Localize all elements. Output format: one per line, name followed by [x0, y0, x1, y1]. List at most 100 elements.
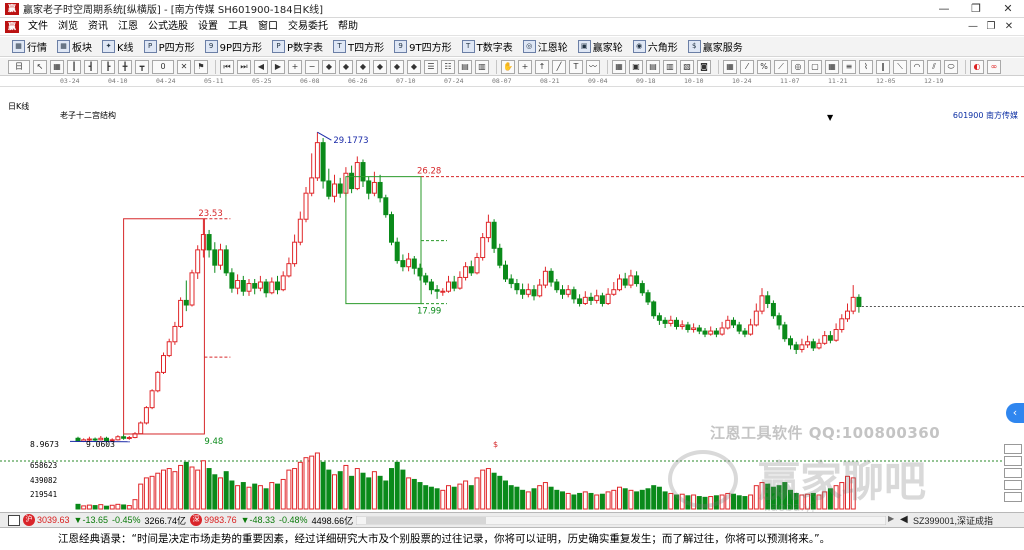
9t-square-button[interactable]: 9 9T四方形 — [392, 38, 453, 56]
export-icon[interactable]: ▧ — [680, 59, 694, 74]
candle-body — [668, 319, 674, 324]
p-table-button[interactable]: P P数字表 — [270, 38, 325, 56]
bars-alt-icon[interactable]: ┣ — [101, 59, 115, 74]
menu-browse[interactable]: 浏览 — [53, 18, 83, 36]
last-icon[interactable]: ⏭ — [237, 59, 251, 74]
mdi-minimize-button[interactable]: — — [964, 18, 982, 36]
menu-trade[interactable]: 交易委托 — [283, 18, 333, 36]
camera-icon[interactable]: ◙ — [697, 59, 711, 74]
flag-icon[interactable]: ⚑ — [194, 59, 208, 74]
count-selector-dropdown[interactable]: 0 — [152, 59, 174, 74]
candle-icon[interactable]: ┃ — [67, 59, 81, 74]
sectors-button[interactable]: ▦ 板块 — [55, 38, 94, 56]
bars-icon[interactable]: ┫ — [84, 59, 98, 74]
layout-alt-icon[interactable]: ▥ — [475, 59, 489, 74]
list-icon[interactable]: ☰ — [424, 59, 438, 74]
volume-bar — [446, 485, 451, 510]
prev-icon[interactable]: ◀ — [254, 59, 268, 74]
diamond-5-icon[interactable]: ◆ — [407, 59, 421, 74]
arrow-up-icon[interactable]: ↑ — [535, 59, 549, 74]
zoom-in-icon[interactable]: + — [288, 59, 302, 74]
diamond-alt-icon[interactable]: ◆ — [339, 59, 353, 74]
percent-icon[interactable]: % — [757, 59, 771, 74]
infinity-icon[interactable]: ∞ — [987, 59, 1001, 74]
speed-line-icon[interactable]: ⟍ — [893, 59, 907, 74]
text-icon[interactable]: T — [569, 59, 583, 74]
hexagon-button[interactable]: ◉ 六角形 — [631, 38, 680, 56]
winner-service-button[interactable]: $ 赢家服务 — [686, 38, 745, 56]
gann-fan-icon[interactable]: ⟋ — [774, 59, 788, 74]
diamond-2-icon[interactable]: ◆ — [356, 59, 370, 74]
crosshair-icon[interactable]: + — [518, 59, 532, 74]
cursor-icon[interactable]: ↖ — [33, 59, 47, 74]
fib-icon[interactable]: ≡ — [842, 59, 856, 74]
save-icon[interactable]: ▣ — [629, 59, 643, 74]
t-table-button[interactable]: T T数字表 — [460, 38, 515, 56]
time-zone-icon[interactable]: ‖ — [876, 59, 890, 74]
menu-gann[interactable]: 江恩 — [113, 18, 143, 36]
mdi-restore-button[interactable]: ❐ — [982, 18, 1000, 36]
arc-icon[interactable]: ◠ — [910, 59, 924, 74]
bars-down-icon[interactable]: ┳ — [135, 59, 149, 74]
volume-panel-button[interactable] — [1004, 492, 1022, 502]
cycle-icon[interactable]: ✕ — [177, 59, 191, 74]
volume-panel-button[interactable] — [1004, 480, 1022, 490]
winner-wheel-button[interactable]: ▣ 赢家轮 — [576, 38, 625, 56]
menu-window[interactable]: 窗口 — [253, 18, 283, 36]
chart-icon[interactable]: ▥ — [663, 59, 677, 74]
gann-box-icon[interactable]: ▢ — [808, 59, 822, 74]
color-wheel-icon[interactable]: ◐ — [970, 59, 984, 74]
menu-settings[interactable]: 设置 — [193, 18, 223, 36]
channel-icon[interactable]: ⫽ — [927, 59, 941, 74]
hand-icon[interactable]: ✋ — [501, 59, 515, 74]
kline-chart[interactable]: 23.53 9.48 26.28 17.99 29.1773 $ — [0, 77, 1024, 512]
candle-body — [582, 296, 588, 304]
gann-circle-icon[interactable]: ◎ — [791, 59, 805, 74]
ratio-icon[interactable]: ⁄ — [740, 59, 754, 74]
menu-info[interactable]: 资讯 — [83, 18, 113, 36]
volume-panel-button[interactable] — [1004, 444, 1022, 454]
bars-up-icon[interactable]: ╋ — [118, 59, 132, 74]
print-icon[interactable]: ▤ — [646, 59, 660, 74]
menu-formula-select[interactable]: 公式选股 — [143, 18, 193, 36]
scroll-right-arrow-icon[interactable]: ▶ — [888, 514, 894, 523]
gann-grid-icon[interactable]: ▦ — [825, 59, 839, 74]
list-alt-icon[interactable]: ☷ — [441, 59, 455, 74]
menu-help[interactable]: 帮助 — [333, 18, 363, 36]
9p-square-icon: 9 — [204, 40, 218, 53]
next-icon[interactable]: ▶ — [271, 59, 285, 74]
layout-icon[interactable]: ▤ — [458, 59, 472, 74]
minimize-button[interactable]: — — [928, 0, 960, 18]
grid-icon[interactable]: ▦ — [50, 59, 64, 74]
menu-file[interactable]: 文件 — [23, 18, 53, 36]
diamond-3-icon[interactable]: ◆ — [373, 59, 387, 74]
p-square-button[interactable]: P P四方形 — [142, 38, 197, 56]
mdi-close-button[interactable]: ✕ — [1000, 18, 1018, 36]
volume-panel-button[interactable] — [1004, 468, 1022, 478]
kline-button[interactable]: ✦ K线 — [100, 38, 136, 56]
app-menu-icon[interactable]: 赢 — [5, 20, 19, 33]
gann-wheel-button[interactable]: ◎ 江恩轮 — [521, 38, 570, 56]
side-panel-toggle-button[interactable]: ‹ — [1006, 403, 1024, 423]
first-icon[interactable]: ⏮ — [220, 59, 234, 74]
maximize-button[interactable]: ❐ — [960, 0, 992, 18]
horizontal-scrollbar[interactable] — [356, 516, 886, 525]
period-selector-dropdown[interactable]: 日 — [8, 59, 30, 74]
wave-icon[interactable]: 〰 — [586, 59, 600, 74]
table-view-icon[interactable]: ▦ — [723, 59, 737, 74]
grid-view-icon[interactable] — [8, 514, 20, 526]
close-button[interactable]: ✕ — [992, 0, 1024, 18]
9p-square-button[interactable]: 9 9P四方形 — [203, 38, 264, 56]
t-square-button[interactable]: T T四方形 — [331, 38, 386, 56]
volume-panel-button[interactable] — [1004, 456, 1022, 466]
cycle-line-icon[interactable]: ⌇ — [859, 59, 873, 74]
zoom-out-icon[interactable]: − — [305, 59, 319, 74]
diamond-icon[interactable]: ◆ — [322, 59, 336, 74]
calc-icon[interactable]: ▦ — [612, 59, 626, 74]
line-icon[interactable]: ╱ — [552, 59, 566, 74]
diamond-4-icon[interactable]: ◆ — [390, 59, 404, 74]
speaker-icon[interactable]: ◀ — [900, 514, 908, 525]
quotes-button[interactable]: ▦ 行情 — [10, 38, 49, 56]
ellipse-icon[interactable]: ⬭ — [944, 59, 958, 74]
menu-tools[interactable]: 工具 — [223, 18, 253, 36]
